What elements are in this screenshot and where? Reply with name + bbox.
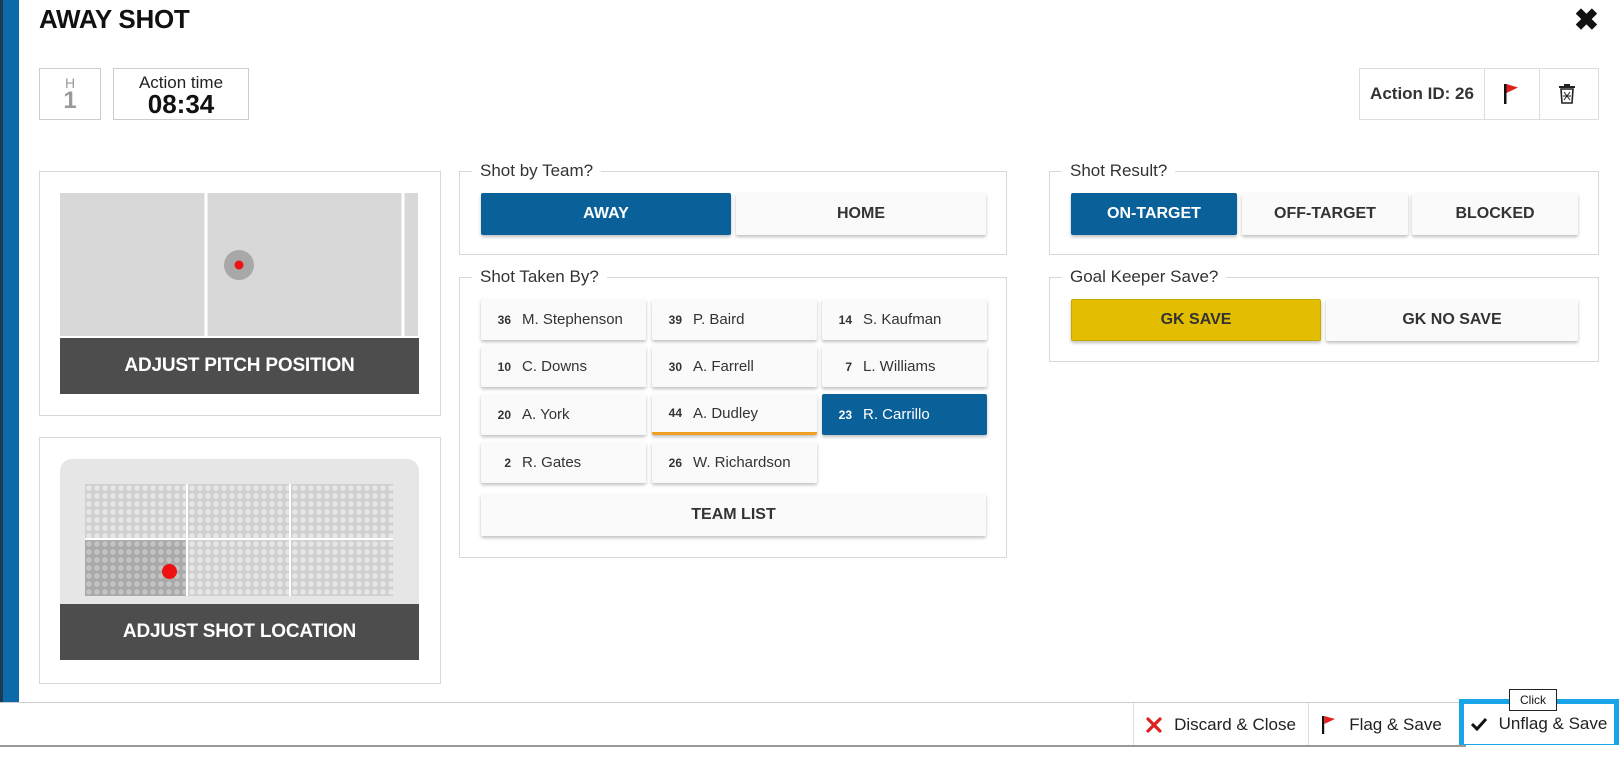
away-shot-dialog: AWAY SHOT ✖ H 1 Action time 08:34 Action… [19,0,1619,745]
player-button[interactable]: 14 S. Kaufman [822,299,987,340]
player-number: 36 [497,312,511,327]
bottom-divider [0,745,1466,747]
shot-by-team-panel: Shot by Team? AWAY HOME [459,161,1007,255]
player-button[interactable]: 30 A. Farrell [652,346,817,387]
on-target-button[interactable]: ON-TARGET [1071,193,1237,235]
player-number: 39 [668,312,682,327]
action-toolbar: Action ID: 26 [1359,68,1599,120]
flag-icon [1321,715,1337,735]
shot-result-legend: Shot Result? [1062,161,1176,181]
dialog-footer: Discard & Close Flag & Save Unflag & Sav… [0,699,1619,749]
team-home-button[interactable]: HOME [736,193,986,235]
shot-location-panel: ADJUST SHOT LOCATION [39,437,441,684]
flag-save-label: Flag & Save [1349,714,1442,734]
player-name: P. Baird [693,311,745,328]
player-button-selected[interactable]: 23 R. Carrillo [822,394,987,435]
pitch-lines [60,193,418,336]
player-number: 7 [845,359,852,374]
player-number: 10 [497,359,511,374]
off-target-button[interactable]: OFF-TARGET [1242,193,1408,235]
player-name: C. Downs [522,358,588,375]
goal-net [85,484,393,596]
player-name: S. Kaufman [863,311,942,328]
player-name: L. Williams [863,358,936,375]
player-button[interactable]: 2 R. Gates [481,442,646,483]
pitch-position-panel: ADJUST PITCH POSITION [39,171,441,416]
close-icon [1146,716,1162,733]
flag-icon [1504,84,1518,104]
half-value: 1 [63,87,77,114]
player-name: A. York [522,406,570,423]
half-indicator: H 1 [39,68,101,120]
player-number: 14 [838,312,852,327]
action-id: Action ID: 26 [1360,69,1485,119]
discard-close-button[interactable]: Discard & Close [1133,703,1308,746]
player-number: 2 [504,455,511,470]
player-name: W. Richardson [693,454,791,471]
unflag-save-label: Unflag & Save [1498,714,1608,733]
blocked-button[interactable]: BLOCKED [1412,193,1578,235]
adjust-pitch-position-button[interactable]: ADJUST PITCH POSITION [60,338,419,394]
left-accent-edge [0,0,3,745]
player-name: R. Gates [522,454,582,471]
player-number: 26 [668,455,682,470]
goal-zone-top-center[interactable] [188,484,289,538]
shot-taken-by-legend: Shot Taken By? [472,267,607,287]
gk-save-panel: Goal Keeper Save? GK SAVE GK NO SAVE [1049,267,1599,362]
team-list-button[interactable]: TEAM LIST [481,494,986,536]
pitch-diagram[interactable] [60,193,418,336]
goal-zone-bottom-center[interactable] [188,540,289,596]
delete-button[interactable] [1539,69,1594,119]
player-button[interactable]: 10 C. Downs [481,346,646,387]
shot-taken-by-panel: Shot Taken By? 36 M. Stephenson 39 P. Ba… [459,267,1007,558]
player-button[interactable]: 39 P. Baird [652,299,817,340]
player-button[interactable]: 20 A. York [481,394,646,435]
goal-zone-top-left[interactable] [85,484,186,538]
goal-zone-top-right[interactable] [291,484,393,538]
player-button[interactable]: 44 A. Dudley [652,394,817,435]
checkmark-icon [1470,717,1487,731]
discard-close-label: Discard & Close [1174,714,1296,734]
player-name: A. Dudley [693,404,759,422]
player-number: 30 [668,359,682,374]
gk-no-save-button[interactable]: GK NO SAVE [1326,299,1578,341]
action-time[interactable]: Action time 08:34 [113,68,249,120]
player-number: 44 [668,406,682,420]
click-tooltip: Click [1509,689,1557,711]
flag-button[interactable] [1485,69,1539,119]
goal-diagram[interactable] [60,459,419,604]
adjust-shot-location-button[interactable]: ADJUST SHOT LOCATION [60,604,419,660]
player-name: M. Stephenson [522,311,623,328]
shot-location-marker [162,564,177,579]
player-button[interactable]: 36 M. Stephenson [481,299,646,340]
action-time-value: 08:34 [147,89,215,119]
player-number: 20 [497,407,511,422]
dialog-title: AWAY SHOT [39,4,190,34]
trash-icon [1559,84,1575,104]
player-number: 23 [838,407,852,422]
goal-zone-bottom-right[interactable] [291,540,393,596]
flag-save-button[interactable]: Flag & Save [1308,703,1454,746]
player-button[interactable]: 26 W. Richardson [652,442,817,483]
gk-save-legend: Goal Keeper Save? [1062,267,1227,287]
bottom-band [0,745,1619,760]
player-name: R. Carrillo [863,406,930,423]
player-name: A. Farrell [693,358,754,375]
close-icon[interactable]: ✖ [1574,4,1599,38]
shot-result-panel: Shot Result? ON-TARGET OFF-TARGET BLOCKE… [1049,161,1599,255]
shot-by-team-legend: Shot by Team? [472,161,602,181]
gk-save-button[interactable]: GK SAVE [1071,299,1321,341]
player-button[interactable]: 7 L. Williams [822,346,987,387]
team-away-button[interactable]: AWAY [481,193,731,235]
